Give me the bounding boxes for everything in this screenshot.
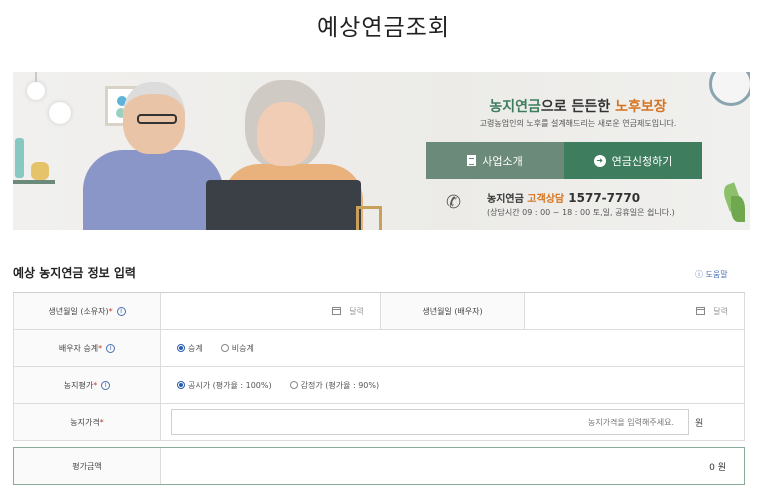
program-intro-label: 사업소개 (482, 154, 523, 168)
won-unit: 원 (695, 418, 704, 429)
birth-owner-label: 생년월일 (소유자) * i (14, 293, 161, 329)
spouse-succession-row: 배우자 승계 * i 승계 비승계 (13, 330, 745, 367)
banner-subtitle: 고령농업인의 노후를 설계해드리는 새로운 연금제도입니다. (479, 119, 677, 128)
help-link[interactable]: ⓘ 도움말 (695, 269, 728, 280)
farm-price-label: 농지가격 * (14, 404, 161, 440)
apply-pension-button[interactable]: ➜ 연금신청하기 (564, 142, 702, 179)
page-title: 예상연금조회 (317, 15, 450, 41)
shelf-illustration (13, 180, 55, 184)
valuation-radio-group: 공시가 (평가율 : 100%) 감정가 (평가율 : 90%) (161, 367, 744, 403)
vase-illustration (15, 138, 24, 178)
farm-valuation-label: 농지평가 * i (14, 367, 161, 403)
promo-banner: 농지연금으로 든든한 노후보장 고령농업인의 노후를 설계해드리는 새로운 연금… (13, 72, 750, 230)
banner-title: 농지연금으로 든든한 노후보장 (489, 99, 667, 115)
chair-illustration (356, 206, 382, 230)
farm-price-cell: 원 (161, 404, 744, 440)
plant-illustration (720, 182, 745, 230)
evaluation-amount-value: 0 원 (709, 462, 726, 473)
lamp-icon (49, 102, 71, 124)
farm-price-input[interactable] (171, 409, 689, 435)
succession-radio-group: 승계 비승계 (161, 330, 744, 366)
calendar-icon[interactable] (332, 307, 342, 315)
phone-icon: ✆ (446, 192, 462, 213)
evaluation-amount-label: 평가금액 (14, 448, 161, 484)
birth-spouse-date-field[interactable]: 달력 (525, 293, 744, 329)
info-icon[interactable]: i (106, 343, 116, 353)
laptop-illustration (206, 180, 361, 230)
spouse-succession-label: 배우자 승계 * i (14, 330, 161, 366)
calendar-label: 달력 (349, 306, 364, 316)
program-intro-button[interactable]: 사업소개 (426, 142, 564, 179)
cursor-icon: ➜ (593, 154, 606, 167)
consult-hours: (상담시간 09 : 00 ~ 18 : 00 토,일, 공휴일은 쉽니다.) (487, 208, 675, 217)
consult-info: 농지연금 고객상담 1577-7770 (487, 191, 641, 205)
plant-pot-illustration (31, 162, 49, 180)
birth-owner-date-field[interactable]: 달력 (161, 293, 380, 329)
apply-pension-label: 연금신청하기 (611, 154, 673, 168)
official-price-radio[interactable]: 공시가 (평가율 : 100%) (177, 380, 272, 391)
lamp-icon (27, 82, 45, 100)
appraisal-price-radio[interactable]: 감정가 (평가율 : 90%) (289, 380, 379, 391)
info-icon[interactable]: i (101, 380, 111, 390)
succession-radio[interactable]: 승계 (177, 343, 203, 354)
farm-valuation-row: 농지평가 * i 공시가 (평가율 : 100%) 감정가 (평가율 : 90%) (13, 367, 745, 404)
non-succession-radio[interactable]: 비승계 (220, 343, 254, 354)
evaluation-result: 평가금액 0 원 (13, 447, 745, 485)
birth-spouse-label: 생년월일 (배우자) (380, 293, 525, 329)
birth-date-row: 생년월일 (소유자) * i 달력 생년월일 (배우자) 달력 (13, 293, 745, 330)
info-icon[interactable]: i (116, 306, 126, 316)
section-title: 예상 농지연금 정보 입력 (13, 266, 136, 280)
document-icon (467, 155, 477, 166)
farm-price-row: 농지가격* 원 (13, 404, 745, 441)
pension-input-form: 생년월일 (소유자) * i 달력 생년월일 (배우자) 달력 배우자 승계 * i 승… (13, 292, 745, 441)
calendar-label: 달력 (713, 306, 728, 316)
elderly-man-photo (73, 82, 223, 230)
calendar-icon[interactable] (696, 307, 706, 315)
